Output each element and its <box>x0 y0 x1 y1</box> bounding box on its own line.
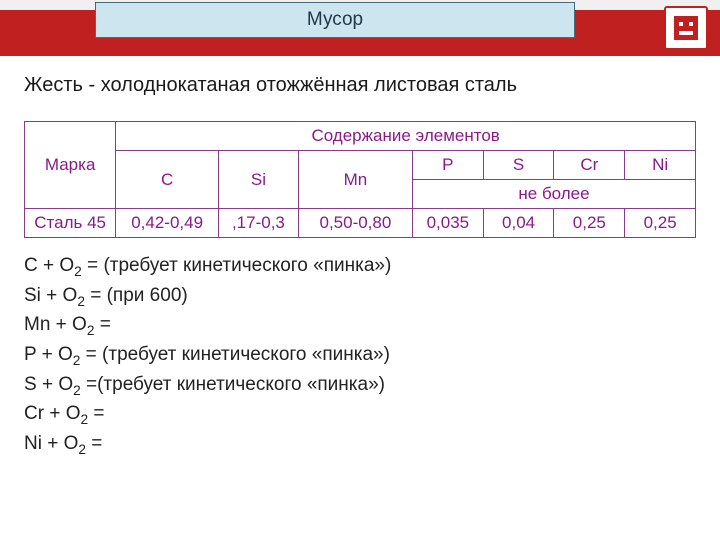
reaction-row-cr: Cr + O2 = <box>24 400 696 430</box>
page-title: Мусор <box>307 9 363 31</box>
reaction-row-s: S + O2 =(требует кинетического «пинка») <box>24 371 696 401</box>
reaction-row-c: C + O2 = (требует кинетического «пинка») <box>24 252 696 282</box>
th-cr: Cr <box>554 151 625 180</box>
th-s: S <box>483 151 554 180</box>
reaction-element: Cr <box>24 403 44 424</box>
th-c: C <box>116 151 219 209</box>
reaction-element: C <box>24 255 38 276</box>
reaction-element: S <box>24 374 37 395</box>
cell-si: ,17-0,3 <box>218 209 298 238</box>
reaction-row-mn: Mn + O2 = <box>24 311 696 341</box>
reaction-note: (требует кинетического «пинка») <box>103 255 391 276</box>
cell-s: 0,04 <box>483 209 554 238</box>
cell-name: Сталь 45 <box>25 209 116 238</box>
th-content: Содержание элементов <box>116 122 696 151</box>
reaction-element: Si <box>24 285 41 306</box>
steel-composition-table: Марка Содержание элементов C Si Mn P S C… <box>24 121 696 238</box>
table-row: Сталь 45 0,42-0,49 ,17-0,3 0,50-0,80 0,0… <box>25 209 696 238</box>
th-ni: Ni <box>625 151 696 180</box>
reaction-element: Ni <box>24 433 42 454</box>
reaction-row-ni: Ni + O2 = <box>24 430 696 460</box>
th-p: P <box>412 151 483 180</box>
cell-mn: 0,50-0,80 <box>298 209 412 238</box>
reaction-note: (требует кинетического «пинка») <box>97 374 385 395</box>
th-si: Si <box>218 151 298 209</box>
slide-content: Жесть - холоднокатаная отожжённая листов… <box>0 56 720 459</box>
th-marka: Марка <box>25 122 116 209</box>
header-bar: Мусор <box>0 0 720 56</box>
th-no-more: не более <box>412 180 695 209</box>
page-title-box: Мусор <box>95 2 575 38</box>
th-mn: Mn <box>298 151 412 209</box>
cell-c: 0,42-0,49 <box>116 209 219 238</box>
cell-ni: 0,25 <box>625 209 696 238</box>
reaction-element: Mn <box>24 314 50 335</box>
reaction-list: C + O2 = (требует кинетического «пинка»)… <box>24 252 696 459</box>
reaction-note: (требует кинетического «пинка») <box>102 344 390 365</box>
cell-p: 0,035 <box>412 209 483 238</box>
reaction-note: (при 600) <box>107 285 188 306</box>
reaction-row-si: Si + O2 = (при 600) <box>24 282 696 312</box>
reaction-element: P <box>24 344 36 365</box>
chip-face-icon <box>664 6 708 50</box>
reaction-row-p: P + O2 = (требует кинетического «пинка») <box>24 341 696 371</box>
definition-heading: Жесть - холоднокатаная отожжённая листов… <box>24 74 696 97</box>
cell-cr: 0,25 <box>554 209 625 238</box>
